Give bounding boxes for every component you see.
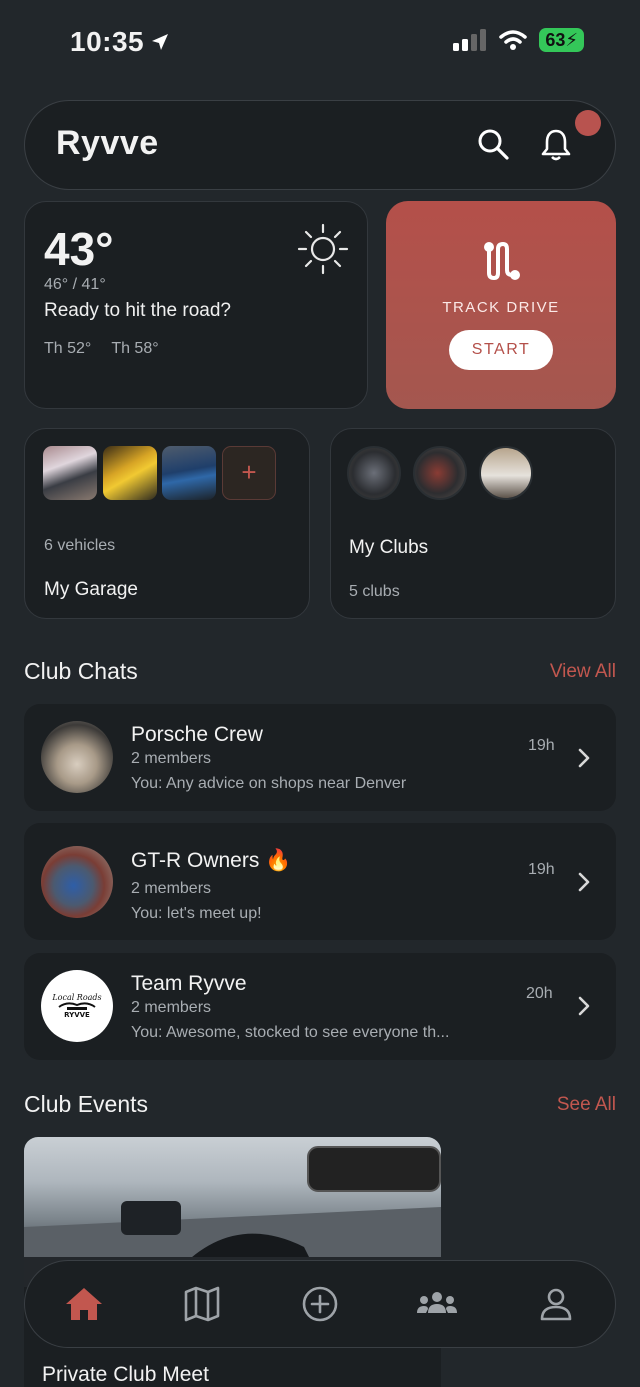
chat-last-message: You: Awesome, stocked to see everyone th… xyxy=(131,1024,450,1041)
wifi-icon xyxy=(499,30,528,50)
tab-clubs[interactable] xyxy=(415,1282,459,1326)
logo-text-line1: Local Roads xyxy=(51,993,101,1002)
chevron-right-icon xyxy=(578,996,590,1016)
vehicle-thumbnail[interactable] xyxy=(43,446,97,500)
status-time: 10:35 xyxy=(70,26,170,58)
club-avatar[interactable] xyxy=(347,446,401,500)
chat-name: Porsche Crew xyxy=(131,723,263,746)
see-all-events-link[interactable]: See All xyxy=(557,1094,616,1116)
tab-profile[interactable] xyxy=(534,1282,578,1326)
tab-home[interactable] xyxy=(62,1282,106,1326)
home-icon xyxy=(66,1288,102,1320)
map-icon xyxy=(184,1286,220,1322)
weather-temp: 43° xyxy=(44,223,114,275)
clubs-title: My Clubs xyxy=(349,537,429,558)
event-title: Private Club Meet xyxy=(42,1363,209,1386)
sun-icon xyxy=(297,223,349,275)
chat-avatar xyxy=(41,721,113,793)
status-indicators: 63⚡ xyxy=(453,28,584,52)
bell-icon[interactable] xyxy=(540,127,572,161)
brand-title: Ryvve xyxy=(56,124,159,162)
chat-time: 19h xyxy=(528,861,555,878)
add-icon xyxy=(302,1286,338,1322)
vehicle-thumbnail[interactable] xyxy=(162,446,216,500)
vehicle-thumbnail[interactable] xyxy=(103,446,157,500)
battery-indicator: 63⚡ xyxy=(539,28,584,52)
profile-icon xyxy=(540,1288,572,1321)
battery-level: 63 xyxy=(545,30,566,50)
club-events-title: Club Events xyxy=(24,1091,149,1117)
track-drive-label: TRACK DRIVE xyxy=(442,299,560,316)
charging-icon: ⚡ xyxy=(565,30,578,50)
clubs-icon xyxy=(417,1292,457,1313)
tab-add[interactable] xyxy=(298,1282,342,1326)
club-chats-title: Club Chats xyxy=(24,658,138,684)
weather-message: Ready to hit the road? xyxy=(44,300,231,321)
chevron-right-icon xyxy=(578,748,590,768)
garage-count: 6 vehicles xyxy=(44,537,116,554)
chat-members: 2 members xyxy=(131,750,212,767)
view-all-chats-link[interactable]: View All xyxy=(550,661,616,683)
chat-last-message: You: let's meet up! xyxy=(131,905,262,922)
chat-avatar: Local Roads RYVVE xyxy=(41,970,113,1042)
plus-icon: + xyxy=(241,457,257,487)
tab-map[interactable] xyxy=(180,1282,224,1326)
chat-members: 2 members xyxy=(131,999,212,1016)
chat-name: Team Ryvve xyxy=(131,972,247,995)
clubs-count: 5 clubs xyxy=(349,583,400,600)
garage-title: My Garage xyxy=(44,579,138,600)
route-icon xyxy=(484,241,520,281)
chat-name: GT-R Owners 🔥 xyxy=(131,849,292,872)
add-vehicle-button[interactable]: + xyxy=(222,446,276,500)
chat-avatar xyxy=(41,846,113,918)
chat-time: 19h xyxy=(528,737,555,754)
weather-hilo: 46° / 41° xyxy=(44,276,106,293)
location-arrow-icon xyxy=(152,34,169,50)
chat-members: 2 members xyxy=(131,880,212,897)
signal-icon xyxy=(453,29,487,51)
chat-time: 20h xyxy=(526,985,553,1002)
weather-forecast: Th 52° Th 58° xyxy=(44,340,159,358)
chevron-right-icon xyxy=(578,872,590,892)
logo-text-line2: RYVVE xyxy=(64,1011,90,1019)
notification-badge xyxy=(575,110,601,136)
search-icon[interactable] xyxy=(476,127,510,161)
forecast-day: Th 52° xyxy=(44,340,92,357)
forecast-day: Th 58° xyxy=(111,340,159,357)
status-time-text: 10:35 xyxy=(70,26,145,57)
chat-last-message: You: Any advice on shops near Denver xyxy=(131,775,407,792)
ryvve-logo-icon: Local Roads RYVVE xyxy=(51,993,101,1019)
club-avatar[interactable] xyxy=(413,446,467,500)
start-button[interactable]: START xyxy=(449,330,553,370)
club-avatar[interactable] xyxy=(479,446,533,500)
